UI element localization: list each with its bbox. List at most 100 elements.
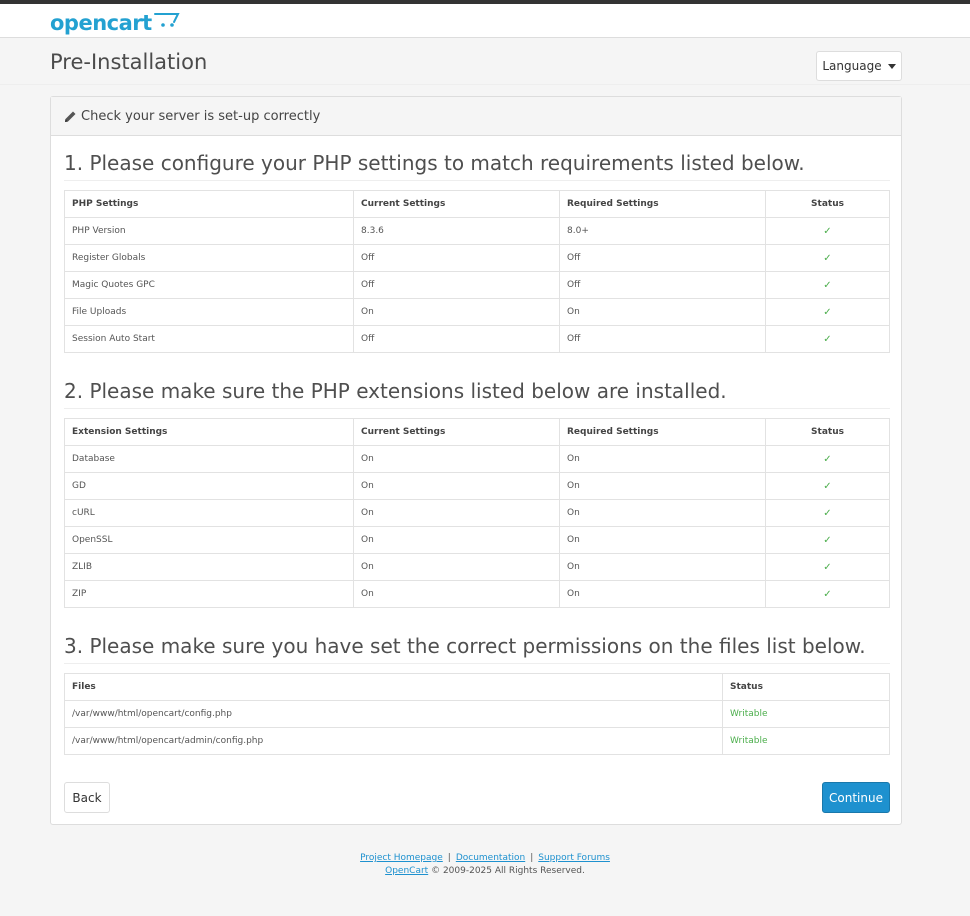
current-value: 8.3.6 [353, 217, 560, 245]
cart-icon [153, 13, 180, 27]
main-panel: Check your server is set-up correctly 1.… [50, 96, 902, 825]
table-row: PHP Version 8.3.6 8.0+ ✓ [64, 217, 890, 245]
language-dropdown[interactable]: Language [816, 51, 902, 81]
permissions-title: 3. Please make sure you have set the cor… [64, 634, 890, 664]
table-row: Magic Quotes GPC Off Off ✓ [64, 271, 890, 299]
table-row: ZLIB On On ✓ [64, 553, 890, 581]
required-value: Off [559, 244, 766, 272]
table-header-row: PHP Settings Current Settings Required S… [64, 190, 890, 218]
extension-name: Database [64, 445, 354, 473]
setting-name: PHP Version [64, 217, 354, 245]
table-row: File Uploads On On ✓ [64, 298, 890, 326]
check-icon: ✓ [765, 472, 890, 500]
col-required: Required Settings [559, 418, 766, 446]
logo-text: opencart [50, 11, 152, 35]
table-row: OpenSSL On On ✓ [64, 526, 890, 554]
required-value: On [559, 526, 766, 554]
current-value: Off [353, 244, 560, 272]
pencil-icon [65, 111, 76, 122]
language-label: Language [822, 59, 882, 73]
php-settings-table: PHP Settings Current Settings Required S… [64, 190, 890, 353]
footer-separator: | [530, 853, 534, 863]
current-value: On [353, 526, 560, 554]
table-row: /var/www/html/opencart/config.php Writab… [64, 700, 890, 728]
current-value: On [353, 499, 560, 527]
table-row: Register Globals Off Off ✓ [64, 244, 890, 272]
required-value: On [559, 298, 766, 326]
footer-links: Project Homepage | Documentation | Support F… [0, 852, 970, 865]
col-status: Status [722, 673, 890, 701]
footer-copyright-line: OpenCart © 2009-2025 All Rights Reserved… [0, 865, 970, 878]
required-value: On [559, 499, 766, 527]
check-icon: ✓ [765, 271, 890, 299]
permissions-table: Files Status /var/www/html/opencart/conf… [64, 673, 890, 755]
setting-name: File Uploads [64, 298, 354, 326]
current-value: On [353, 472, 560, 500]
required-value: On [559, 472, 766, 500]
extensions-title: 2. Please make sure the PHP extensions l… [64, 379, 890, 409]
required-value: 8.0+ [559, 217, 766, 245]
check-icon: ✓ [765, 499, 890, 527]
table-row: cURL On On ✓ [64, 499, 890, 527]
support-forums-link[interactable]: Support Forums [538, 853, 610, 863]
col-required: Required Settings [559, 190, 766, 218]
col-files: Files [64, 673, 723, 701]
documentation-link[interactable]: Documentation [456, 853, 525, 863]
current-value: Off [353, 271, 560, 299]
extension-name: ZLIB [64, 553, 354, 581]
check-icon: ✓ [765, 298, 890, 326]
current-value: On [353, 580, 560, 608]
opencart-logo[interactable]: opencart [50, 11, 180, 35]
panel-heading-text: Check your server is set-up correctly [81, 108, 321, 124]
check-icon: ✓ [765, 553, 890, 581]
current-value: Off [353, 325, 560, 353]
table-row: Session Auto Start Off Off ✓ [64, 325, 890, 353]
setting-name: Magic Quotes GPC [64, 271, 354, 299]
col-extension-settings: Extension Settings [64, 418, 354, 446]
required-value: On [559, 445, 766, 473]
extension-name: cURL [64, 499, 354, 527]
footer-separator: | [447, 853, 451, 863]
status-badge: Writable [722, 727, 890, 755]
file-path: /var/www/html/opencart/config.php [64, 700, 723, 728]
required-value: On [559, 553, 766, 581]
extension-name: GD [64, 472, 354, 500]
caret-down-icon [887, 63, 896, 69]
project-homepage-link[interactable]: Project Homepage [360, 853, 443, 863]
col-php-settings: PHP Settings [64, 190, 354, 218]
title-bar: Pre-Installation Language [0, 38, 970, 85]
col-current: Current Settings [353, 190, 560, 218]
check-icon: ✓ [765, 244, 890, 272]
check-icon: ✓ [765, 325, 890, 353]
required-value: On [559, 580, 766, 608]
footer: Project Homepage | Documentation | Support F… [0, 852, 970, 878]
status-badge: Writable [722, 700, 890, 728]
check-icon: ✓ [765, 217, 890, 245]
back-button[interactable]: Back [64, 782, 110, 813]
file-path: /var/www/html/opencart/admin/config.php [64, 727, 723, 755]
col-current: Current Settings [353, 418, 560, 446]
table-row: /var/www/html/opencart/admin/config.php … [64, 727, 890, 755]
header: opencart [0, 4, 970, 38]
current-value: On [353, 298, 560, 326]
required-value: Off [559, 271, 766, 299]
check-icon: ✓ [765, 580, 890, 608]
setting-name: Register Globals [64, 244, 354, 272]
current-value: On [353, 445, 560, 473]
setting-name: Session Auto Start [64, 325, 354, 353]
extension-name: OpenSSL [64, 526, 354, 554]
col-status: Status [765, 190, 890, 218]
panel-heading: Check your server is set-up correctly [51, 97, 901, 136]
page-title: Pre-Installation [50, 50, 208, 74]
check-icon: ✓ [765, 526, 890, 554]
continue-button[interactable]: Continue [822, 782, 890, 813]
table-row: GD On On ✓ [64, 472, 890, 500]
table-header-row: Files Status [64, 673, 890, 701]
col-status: Status [765, 418, 890, 446]
extension-name: ZIP [64, 580, 354, 608]
table-row: Database On On ✓ [64, 445, 890, 473]
table-header-row: Extension Settings Current Settings Requ… [64, 418, 890, 446]
current-value: On [353, 553, 560, 581]
check-icon: ✓ [765, 445, 890, 473]
opencart-link[interactable]: OpenCart [385, 866, 428, 876]
